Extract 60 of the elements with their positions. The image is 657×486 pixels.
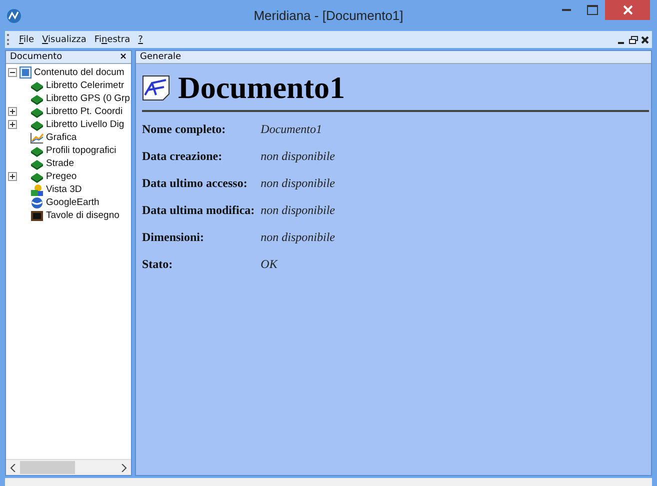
property-value: Documento1 xyxy=(260,122,323,137)
property-value: non disponibile xyxy=(260,149,336,164)
shapes-icon xyxy=(30,184,44,196)
panel-title: Generale xyxy=(140,52,182,62)
book-icon xyxy=(30,144,44,156)
book-icon xyxy=(30,118,44,130)
panel-title: Documento xyxy=(10,52,64,62)
window-title: Meridiana - [Documento1] xyxy=(252,8,404,23)
property-label: Nome completo: xyxy=(142,122,227,137)
tree-item[interactable]: Vista 3D xyxy=(46,184,82,195)
property-value: non disponibile xyxy=(260,230,336,245)
tree-item[interactable]: Libretto GPS (0 Grp xyxy=(46,93,130,104)
tree-item[interactable]: Profili topografici xyxy=(46,145,116,156)
tree-item[interactable]: Grafica xyxy=(46,132,77,143)
chart-icon xyxy=(30,132,44,144)
property-label: Data ultima modifica: xyxy=(142,203,255,218)
document-icon xyxy=(142,75,170,101)
scroll-thumb[interactable] xyxy=(20,461,75,474)
tree-item[interactable]: Tavole di disegno xyxy=(46,210,120,221)
close-icon[interactable] xyxy=(641,36,649,44)
globe-icon xyxy=(30,196,44,208)
tree-item[interactable]: Contenuto del docum xyxy=(34,67,124,78)
book-icon xyxy=(30,170,44,182)
property-value: non disponibile xyxy=(260,203,336,218)
menu-item[interactable]: Finestra xyxy=(91,34,134,44)
book-icon xyxy=(30,80,44,92)
property-value: OK xyxy=(260,257,279,272)
close-icon xyxy=(622,5,632,15)
minimize-icon xyxy=(562,9,570,11)
document-icon xyxy=(19,66,32,79)
tree-item[interactable]: GoogleEarth xyxy=(46,197,100,208)
property-label: Dimensioni: xyxy=(142,230,206,245)
menu-item[interactable]: Visualizza xyxy=(39,34,90,44)
expand-icon[interactable] xyxy=(8,120,17,129)
tree-item[interactable]: Strade xyxy=(46,158,74,169)
menu-item[interactable]: ? xyxy=(135,34,146,44)
maximize-icon xyxy=(586,5,598,15)
restore-icon[interactable] xyxy=(629,36,638,44)
book-icon xyxy=(30,158,44,170)
app-icon xyxy=(6,8,22,24)
board-icon xyxy=(30,210,44,222)
property-label: Stato: xyxy=(142,257,174,272)
property-label: Data creazione: xyxy=(142,149,224,164)
property-label: Data ultimo accesso: xyxy=(142,176,248,191)
horizontal-scrollbar[interactable] xyxy=(6,459,131,475)
book-icon xyxy=(30,92,44,104)
close-button[interactable] xyxy=(605,0,650,20)
tree-item[interactable]: Libretto Livello Dig xyxy=(46,119,124,130)
close-button[interactable]: × xyxy=(119,52,127,62)
document-title: Documento1 xyxy=(178,70,346,106)
tree-item[interactable]: Libretto Celerimetr xyxy=(46,80,124,91)
tree-item[interactable]: Pregeo xyxy=(46,171,77,182)
expand-icon[interactable] xyxy=(8,107,17,116)
expand-icon[interactable] xyxy=(8,172,17,181)
toolbar-grip[interactable] xyxy=(7,34,11,45)
tree-item[interactable]: Libretto Pt. Coordi xyxy=(46,106,123,117)
property-value: non disponibile xyxy=(260,176,336,191)
menu-item[interactable]: File xyxy=(16,34,38,44)
collapse-icon[interactable] xyxy=(8,68,17,77)
book-icon xyxy=(30,106,44,118)
